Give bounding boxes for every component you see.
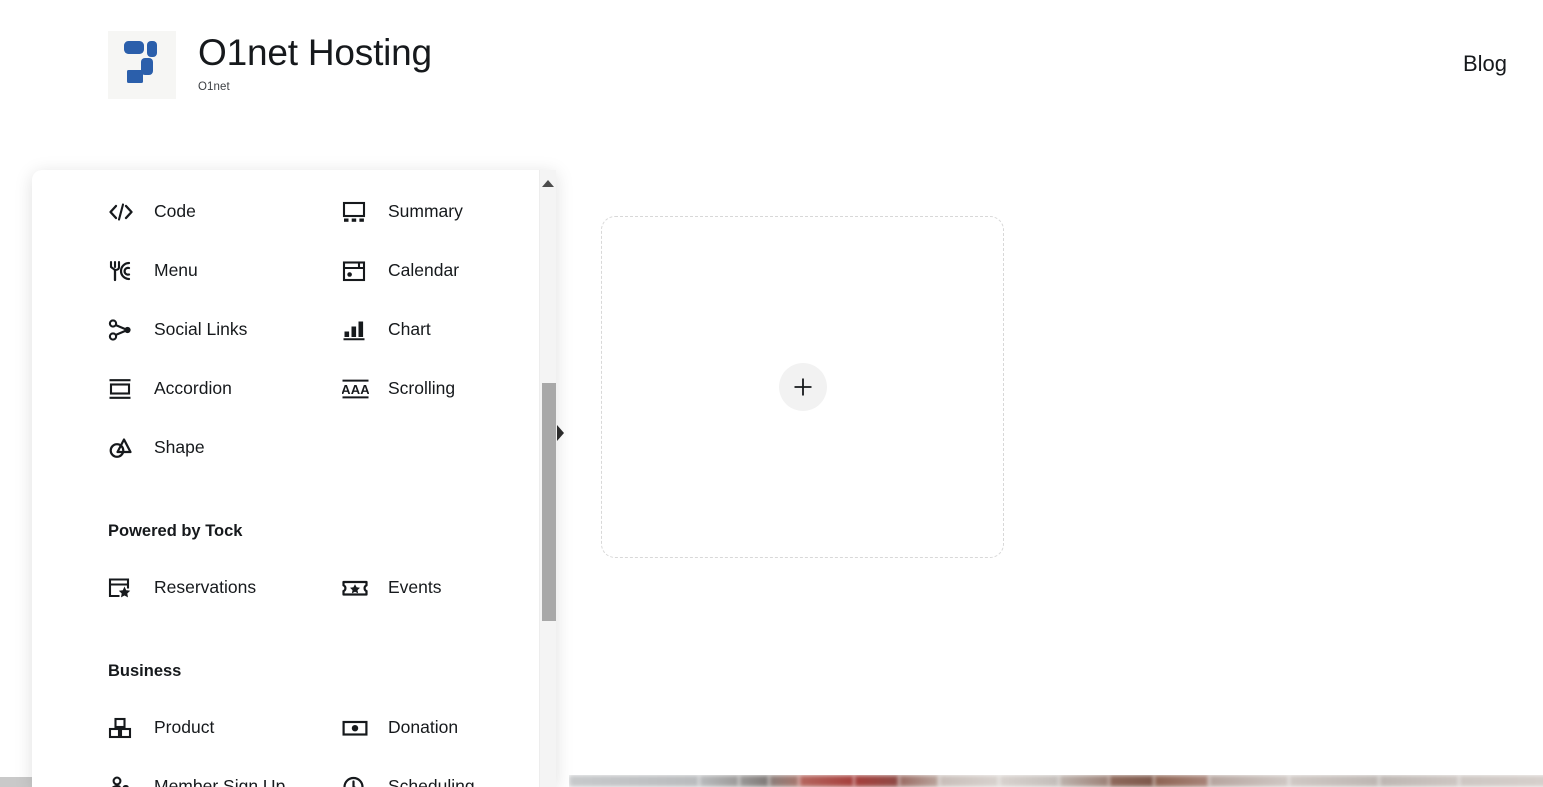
element-label: Member Sign Up	[154, 776, 286, 787]
canvas-area	[565, 150, 1543, 770]
element-item-scheduling[interactable]: Scheduling	[342, 757, 556, 787]
background-photo-strip	[569, 775, 1543, 787]
elements-picker-panel: Code Summary Menu Calendar Social Links …	[32, 170, 556, 787]
element-item-chart[interactable]: Chart	[342, 300, 556, 359]
element-item-product[interactable]: Product	[108, 698, 342, 757]
page-title: O1net Hosting	[198, 32, 432, 73]
element-item-member-sign-up[interactable]: Member Sign Up	[108, 757, 342, 787]
element-label: Chart	[388, 319, 431, 339]
add-section-button[interactable]	[778, 363, 827, 411]
element-item-donation[interactable]: Donation	[342, 698, 556, 757]
product-blocks-icon	[108, 715, 138, 741]
element-item-menu[interactable]: Menu	[108, 241, 342, 300]
element-label: Reservations	[154, 577, 257, 597]
element-item-summary[interactable]: Summary	[342, 182, 556, 241]
brand-subtitle: O1net	[198, 80, 230, 93]
element-label: Events	[388, 577, 442, 597]
elements-grid-tock: Reservations Events	[32, 558, 556, 617]
element-label: Summary	[388, 201, 463, 221]
menu-fork-knife-icon	[108, 258, 138, 284]
scrollbar-thumb[interactable]	[542, 383, 556, 621]
panel-top-spacer	[32, 170, 556, 182]
element-label: Accordion	[154, 378, 232, 398]
accordion-icon	[108, 376, 138, 402]
page-left-edge-strip	[0, 777, 32, 787]
element-label: Donation	[388, 717, 459, 737]
site-header: O1net Hosting O1net Blog	[0, 0, 1543, 132]
element-item-social-links[interactable]: Social Links	[108, 300, 342, 359]
o1net-logo-icon	[122, 39, 162, 92]
panel-scroll-content: Code Summary Menu Calendar Social Links …	[32, 170, 556, 787]
clock-icon	[342, 774, 372, 787]
element-label: Social Links	[154, 319, 248, 339]
section-heading-tock: Powered by Tock	[108, 522, 243, 540]
element-label: Scheduling	[388, 776, 475, 787]
element-item-scrolling[interactable]: AAA Scrolling	[342, 359, 556, 418]
member-signup-icon	[108, 774, 138, 787]
element-item-shape[interactable]: Shape	[108, 418, 342, 477]
summary-icon	[342, 199, 372, 225]
panel-collapse-handle[interactable]	[556, 424, 566, 442]
element-item-accordion[interactable]: Accordion	[108, 359, 342, 418]
social-links-icon	[108, 317, 138, 343]
chevron-right-icon	[556, 424, 566, 442]
calendar-icon	[342, 258, 372, 284]
site-logo	[108, 31, 176, 99]
donation-money-icon	[342, 715, 372, 741]
svg-text:AAA: AAA	[342, 382, 369, 397]
element-item-calendar[interactable]: Calendar	[342, 241, 556, 300]
elements-grid-business: Product Donation Member Sign Up Scheduli…	[32, 698, 556, 787]
element-item-code[interactable]: Code	[108, 182, 342, 241]
element-label: Shape	[154, 437, 205, 457]
code-icon	[108, 199, 138, 225]
element-item-events[interactable]: Events	[342, 558, 556, 617]
plus-icon	[791, 375, 815, 399]
element-label: Code	[154, 201, 196, 221]
nav-item-blog[interactable]: Blog	[1463, 51, 1507, 77]
element-label: Scrolling	[388, 378, 456, 398]
shape-icon	[108, 435, 138, 461]
ticket-icon	[342, 575, 372, 601]
triangle-up-icon[interactable]	[542, 180, 554, 187]
brand[interactable]: O1net Hosting O1net	[108, 31, 432, 99]
elements-grid-general: Code Summary Menu Calendar Social Links …	[32, 182, 556, 477]
section-heading-business: Business	[108, 662, 182, 680]
brand-text-group: O1net Hosting O1net	[198, 31, 432, 93]
empty-section-placeholder[interactable]	[601, 216, 1004, 558]
element-label: Product	[154, 717, 215, 737]
element-item-reservations[interactable]: Reservations	[108, 558, 342, 617]
scrolling-text-icon: AAA	[342, 376, 372, 402]
panel-scrollbar[interactable]	[539, 170, 556, 787]
reservations-icon	[108, 575, 138, 601]
element-label: Menu	[154, 260, 198, 280]
chart-bar-icon	[342, 317, 372, 343]
element-label: Calendar	[388, 260, 460, 280]
